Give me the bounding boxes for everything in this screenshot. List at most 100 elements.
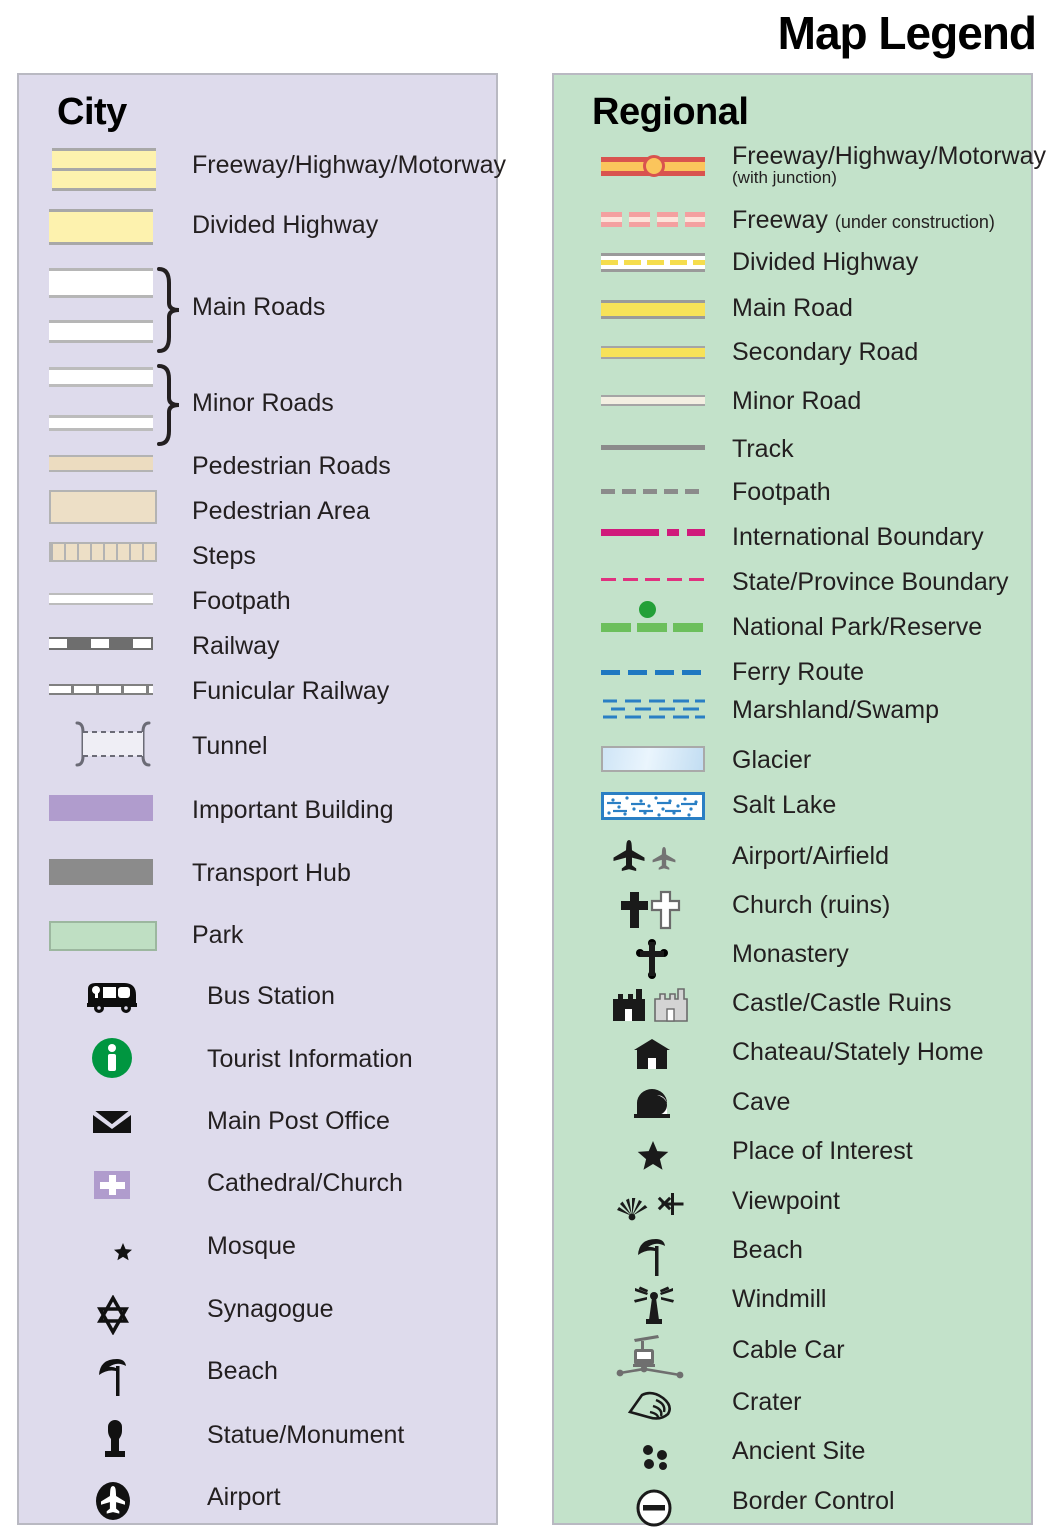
symbol-regional-freeway-junction	[601, 155, 705, 177]
bracket-minor-roads	[157, 364, 180, 446]
airplane-icon	[612, 837, 684, 873]
regional-item-label: Airport/Airfield	[732, 842, 889, 870]
city-item-label: Pedestrian Area	[192, 497, 370, 525]
city-item-label: Bus Station	[207, 982, 335, 1010]
monastery-cross-icon	[634, 938, 670, 980]
city-item-label: Beach	[207, 1357, 278, 1385]
regional-item-label: International Boundary	[732, 523, 984, 551]
regional-item-label: Crater	[732, 1388, 802, 1416]
symbol-regional-footpath	[601, 489, 705, 494]
viewpoint-icon	[612, 1188, 692, 1224]
regional-item-label: Track	[732, 435, 794, 463]
city-item-label: Statue/Monument	[207, 1421, 405, 1449]
statue-monument-icon	[99, 1417, 131, 1461]
cable-car-icon	[616, 1333, 686, 1383]
city-item-label: Transport Hub	[192, 859, 351, 887]
symbol-state-boundary	[601, 578, 705, 581]
mosque-crescent-icon	[91, 1230, 133, 1270]
regional-item-label: Place of Interest	[732, 1137, 913, 1165]
chateau-icon	[631, 1037, 673, 1071]
symbol-regional-main-road	[601, 300, 705, 319]
star-icon	[637, 1139, 669, 1171]
tourist-information-icon	[91, 1037, 133, 1079]
castle-icon	[611, 985, 691, 1025]
envelope-icon	[91, 1107, 133, 1137]
regional-item-label: Castle/Castle Ruins	[732, 989, 952, 1017]
regional-item-label: Divided Highway	[732, 248, 919, 276]
symbol-railway-dashed-line	[49, 637, 153, 650]
church-cross-icon	[617, 890, 685, 930]
symbol-international-boundary	[601, 528, 705, 537]
symbol-salt-lake-swatch	[601, 792, 705, 820]
regional-item-inline-sublabel: (under construction)	[834, 212, 995, 232]
symbol-pedestrian-area-swatch	[49, 490, 157, 524]
regional-item-label: Beach	[732, 1236, 803, 1264]
symbol-freeway-double-bar	[49, 148, 159, 191]
symbol-regional-freeway-under-construction	[601, 212, 705, 227]
bus-icon	[84, 981, 140, 1015]
park-dot	[639, 601, 656, 618]
regional-item-label-main: Freeway/Highway/Motorway	[732, 142, 1046, 170]
symbol-regional-secondary-road	[601, 346, 705, 359]
city-item-label: Funicular Railway	[192, 677, 390, 705]
city-item-label: Synagogue	[207, 1295, 334, 1323]
symbol-regional-minor-road	[601, 395, 705, 406]
regional-panel-heading: Regional	[592, 91, 749, 133]
windmill-icon	[626, 1286, 682, 1328]
symbol-minor-roads-bracket	[49, 367, 153, 431]
city-item-label: Cathedral/Church	[207, 1169, 403, 1197]
regional-item-label-main: Freeway	[732, 206, 828, 234]
symbol-steps-hatched-bar	[49, 542, 157, 562]
regional-item-label: State/Province Boundary	[732, 568, 1009, 596]
regional-item-label: Main Road	[732, 294, 853, 322]
regional-item-label: National Park/Reserve	[732, 613, 983, 641]
symbol-tunnel-bracket-dashed	[49, 720, 157, 768]
regional-item-label: Border Control	[732, 1487, 895, 1515]
city-item-label: Airport	[207, 1483, 281, 1511]
city-item-label: Main Post Office	[207, 1107, 390, 1135]
regional-item-label: Marshland/Swamp	[732, 696, 940, 724]
regional-item-label: Ferry Route	[732, 658, 864, 686]
symbol-park-swatch	[49, 921, 157, 951]
symbol-footpath-line	[49, 593, 153, 605]
regional-item-label: Glacier	[732, 746, 812, 774]
regional-item-label: Cave	[732, 1088, 791, 1116]
symbol-marshland-swamp-pattern	[601, 695, 705, 725]
symbol-national-park-boundary	[601, 601, 705, 632]
city-item-label: Steps	[192, 542, 256, 570]
cathedral-cross-icon	[91, 1167, 133, 1203]
symbol-regional-track	[601, 445, 705, 450]
cave-icon	[631, 1087, 673, 1121]
city-item-label: Main Roads	[192, 293, 326, 321]
symbol-divided-highway-bar	[49, 209, 153, 245]
ancient-site-icon	[637, 1443, 673, 1473]
regional-item-label: Secondary Road	[732, 338, 919, 366]
city-item-label: Park	[192, 921, 244, 949]
regional-item-label: Freeway/Highway/Motorway (with junction)	[732, 143, 1046, 187]
junction-dot	[643, 155, 665, 177]
symbol-glacier-swatch	[601, 746, 705, 772]
star-of-david-icon	[93, 1295, 133, 1335]
symbol-regional-divided-highway	[601, 253, 705, 272]
city-item-label: Divided Highway	[192, 211, 379, 239]
symbol-transport-hub-swatch	[49, 859, 153, 885]
city-legend-panel: City Freeway/Highway/Motorway Divided Hi…	[17, 73, 506, 1525]
symbol-ferry-route	[601, 670, 705, 675]
regional-item-label: Viewpoint	[732, 1187, 840, 1215]
beach-umbrella-icon	[95, 1357, 133, 1399]
symbol-important-building-swatch	[49, 795, 153, 821]
city-item-label: Freeway/Highway/Motorway	[192, 151, 506, 179]
regional-item-label: Windmill	[732, 1285, 827, 1313]
regional-item-sublabel: (with junction)	[732, 168, 837, 188]
regional-item-label: Church (ruins)	[732, 891, 891, 919]
regional-item-label: Ancient Site	[732, 1437, 866, 1465]
regional-item-label: Minor Road	[732, 387, 862, 415]
crater-icon	[626, 1390, 680, 1422]
regional-legend-panel: Regional Freeway/Highway/Motorway (with …	[552, 73, 1046, 1527]
city-item-label: Footpath	[192, 587, 291, 615]
bracket-main-roads	[157, 267, 180, 353]
symbol-funicular-railway-line	[49, 684, 153, 695]
city-item-label: Tunnel	[192, 732, 268, 760]
city-item-label: Tourist Information	[207, 1045, 413, 1073]
city-item-label: Mosque	[207, 1232, 296, 1260]
